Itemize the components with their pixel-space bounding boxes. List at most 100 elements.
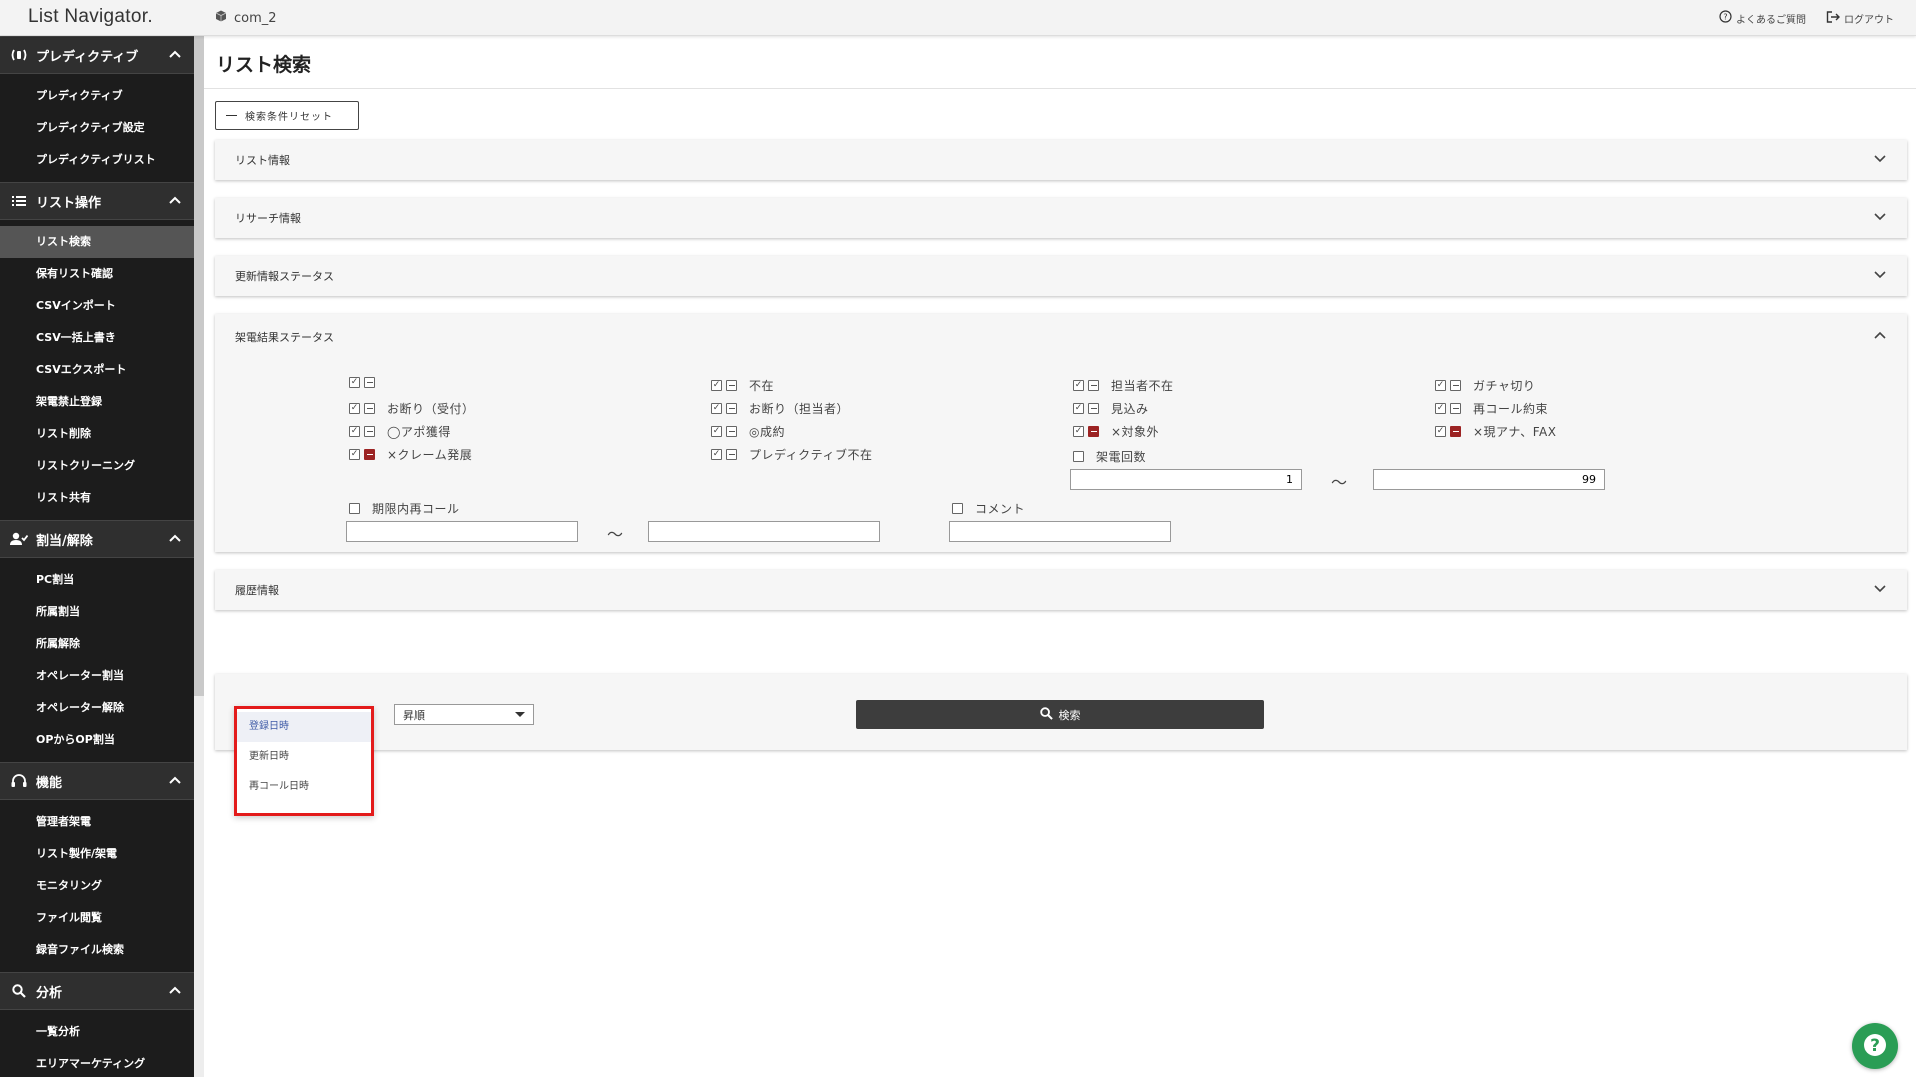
- panel-title: 履歴情報: [235, 584, 279, 597]
- sidebar-item-op-to-op[interactable]: OPからOP割当: [0, 724, 194, 756]
- status-label: プレディクティブ不在: [749, 448, 873, 462]
- reset-conditions-button[interactable]: 検索条件リセット: [215, 101, 359, 130]
- sidebar-item-area-marketing[interactable]: エリアマーケティング: [0, 1048, 194, 1077]
- status-row[interactable]: ✓: [349, 377, 387, 388]
- recall-from-input[interactable]: [346, 521, 578, 542]
- sidebar-section-assign[interactable]: 割当/解除: [0, 520, 194, 558]
- sidebar-item-monitoring[interactable]: モニタリング: [0, 870, 194, 902]
- sidebar-item-list-delete[interactable]: リスト削除: [0, 418, 194, 450]
- chevron-down-icon: [1873, 270, 1887, 283]
- comment-input[interactable]: [949, 521, 1171, 542]
- sidebar-item-list-cleaning[interactable]: リストクリーニング: [0, 450, 194, 482]
- panel-header-history[interactable]: 履歴情報: [215, 570, 1907, 610]
- sidebar-item-list-share[interactable]: リスト共有: [0, 482, 194, 514]
- status-row[interactable]: ✓ ×クレーム発展: [349, 446, 472, 463]
- brand-logo[interactable]: List Navigator.: [28, 6, 153, 28]
- checkbox[interactable]: [952, 503, 963, 514]
- sidebar-item-csv-import[interactable]: CSVインポート: [0, 290, 194, 322]
- range-tilde: 〜: [607, 525, 624, 544]
- status-row[interactable]: ✓ ×現アナ、FAX: [1435, 423, 1556, 440]
- sidebar-section-predictive[interactable]: プレディクティブ: [0, 36, 194, 74]
- status-row[interactable]: ✓ お断り（受付）: [349, 400, 475, 417]
- sidebar-section-list-ops[interactable]: リスト操作: [0, 182, 194, 220]
- sidebar-item-admin-call[interactable]: 管理者架電: [0, 806, 194, 838]
- search-button[interactable]: 検索: [856, 700, 1264, 729]
- comment-row[interactable]: コメント: [952, 500, 1025, 517]
- dropdown-option-recall[interactable]: 再コール日時: [237, 772, 371, 802]
- sidebar-item-group-assign[interactable]: 所属割当: [0, 596, 194, 628]
- sidebar-item-owned-list[interactable]: 保有リスト確認: [0, 258, 194, 290]
- sidebar-item-operator-assign[interactable]: オペレーター割当: [0, 660, 194, 692]
- status-row[interactable]: ✓ お断り（担当者）: [711, 400, 849, 417]
- sidebar-item-call-block[interactable]: 架電禁止登録: [0, 386, 194, 418]
- minus-box-icon: [1450, 403, 1461, 414]
- caret-down-icon: [515, 712, 525, 717]
- check-icon: ✓: [1435, 426, 1446, 437]
- panel-header-call-result[interactable]: 架電結果ステータス: [215, 314, 1907, 360]
- help-button[interactable]: ?: [1852, 1023, 1898, 1069]
- recall-row[interactable]: 期限内再コール: [349, 500, 460, 517]
- sidebar-item-predictive[interactable]: プレディクティブ: [0, 80, 194, 112]
- checkbox[interactable]: [1073, 451, 1084, 462]
- sidebar-item-recording-search[interactable]: 録音ファイル検索: [0, 934, 194, 966]
- sidebar-section-title: 機能: [36, 775, 63, 791]
- sidebar-section-functions[interactable]: 機能: [0, 762, 194, 800]
- sidebar-item-list-production[interactable]: リスト製作/架電: [0, 838, 194, 870]
- sidebar-item-list-search[interactable]: リスト検索: [0, 226, 194, 258]
- search-label: 検索: [1058, 708, 1081, 722]
- dropdown-option-updated[interactable]: 更新日時: [237, 742, 371, 772]
- status-row[interactable]: ✓ プレディクティブ不在: [711, 446, 872, 463]
- svg-text:?: ?: [1870, 1036, 1880, 1056]
- sidebar-section-title: プレディクティブ: [36, 49, 139, 65]
- sidebar-item-csv-overwrite[interactable]: CSV一括上書き: [0, 322, 194, 354]
- sidebar-section-analysis[interactable]: 分析: [0, 972, 194, 1010]
- call-count-row[interactable]: 架電回数: [1073, 448, 1146, 465]
- question-icon: ?: [1862, 1032, 1888, 1061]
- sidebar-item-file-browse[interactable]: ファイル閲覧: [0, 902, 194, 934]
- panel-header-research-info[interactable]: リサーチ情報: [215, 198, 1907, 238]
- status-row[interactable]: ✓ 不在: [711, 377, 774, 394]
- sidebar-scrollbar[interactable]: [194, 36, 204, 696]
- status-label: 不在: [749, 379, 775, 393]
- status-row[interactable]: ✓ ガチャ切り: [1435, 377, 1535, 394]
- sort-order-select[interactable]: 昇順: [394, 704, 534, 725]
- status-label: ◯アポ獲得: [387, 425, 451, 439]
- call-count-max-input[interactable]: [1373, 469, 1605, 490]
- recall-to-input[interactable]: [648, 521, 880, 542]
- chevron-up-icon: [168, 532, 182, 547]
- status-row[interactable]: ✓ ◎成約: [711, 423, 785, 440]
- status-label: ×対象外: [1111, 425, 1160, 439]
- status-row[interactable]: ✓ ×対象外: [1073, 423, 1159, 440]
- checkbox[interactable]: [349, 503, 360, 514]
- panel-header-list-info[interactable]: リスト情報: [215, 140, 1907, 180]
- sidebar-section-title: リスト操作: [36, 195, 102, 211]
- reset-label: 検索条件リセット: [245, 112, 333, 123]
- minus-box-icon: [364, 426, 375, 437]
- minus-box-icon: [726, 449, 737, 460]
- panel-header-update-status[interactable]: 更新情報ステータス: [215, 256, 1907, 296]
- sidebar-item-csv-export[interactable]: CSVエクスポート: [0, 354, 194, 386]
- status-row[interactable]: ✓ 見込み: [1073, 400, 1149, 417]
- recall-label: 期限内再コール: [372, 502, 460, 516]
- dropdown-option-registered[interactable]: 登録日時: [237, 712, 371, 742]
- status-row[interactable]: ✓ 担当者不在: [1073, 377, 1174, 394]
- search-icon: [1039, 706, 1053, 723]
- minus-box-icon: [1088, 380, 1099, 391]
- sidebar-item-predictive-list[interactable]: プレディクティブリスト: [0, 144, 194, 176]
- check-icon: ✓: [711, 426, 722, 437]
- logout-link[interactable]: ログアウト: [1826, 10, 1894, 26]
- sidebar-item-group-release[interactable]: 所属解除: [0, 628, 194, 660]
- minus-box-icon: [726, 426, 737, 437]
- sidebar-item-operator-release[interactable]: オペレーター解除: [0, 692, 194, 724]
- panel-title: リサーチ情報: [235, 212, 301, 225]
- faq-link[interactable]: ? よくあるご質問: [1719, 10, 1806, 26]
- question-circle-icon: ?: [1719, 10, 1732, 26]
- faq-label: よくあるご質問: [1736, 14, 1806, 26]
- call-count-min-input[interactable]: [1070, 469, 1302, 490]
- sidebar-item-pc-assign[interactable]: PC割当: [0, 564, 194, 596]
- comment-label: コメント: [975, 502, 1026, 516]
- sidebar-item-predictive-settings[interactable]: プレディクティブ設定: [0, 112, 194, 144]
- sidebar-item-list-analysis[interactable]: 一覧分析: [0, 1016, 194, 1048]
- status-row[interactable]: ✓ 再コール約束: [1435, 400, 1548, 417]
- status-row[interactable]: ✓ ◯アポ獲得: [349, 423, 451, 440]
